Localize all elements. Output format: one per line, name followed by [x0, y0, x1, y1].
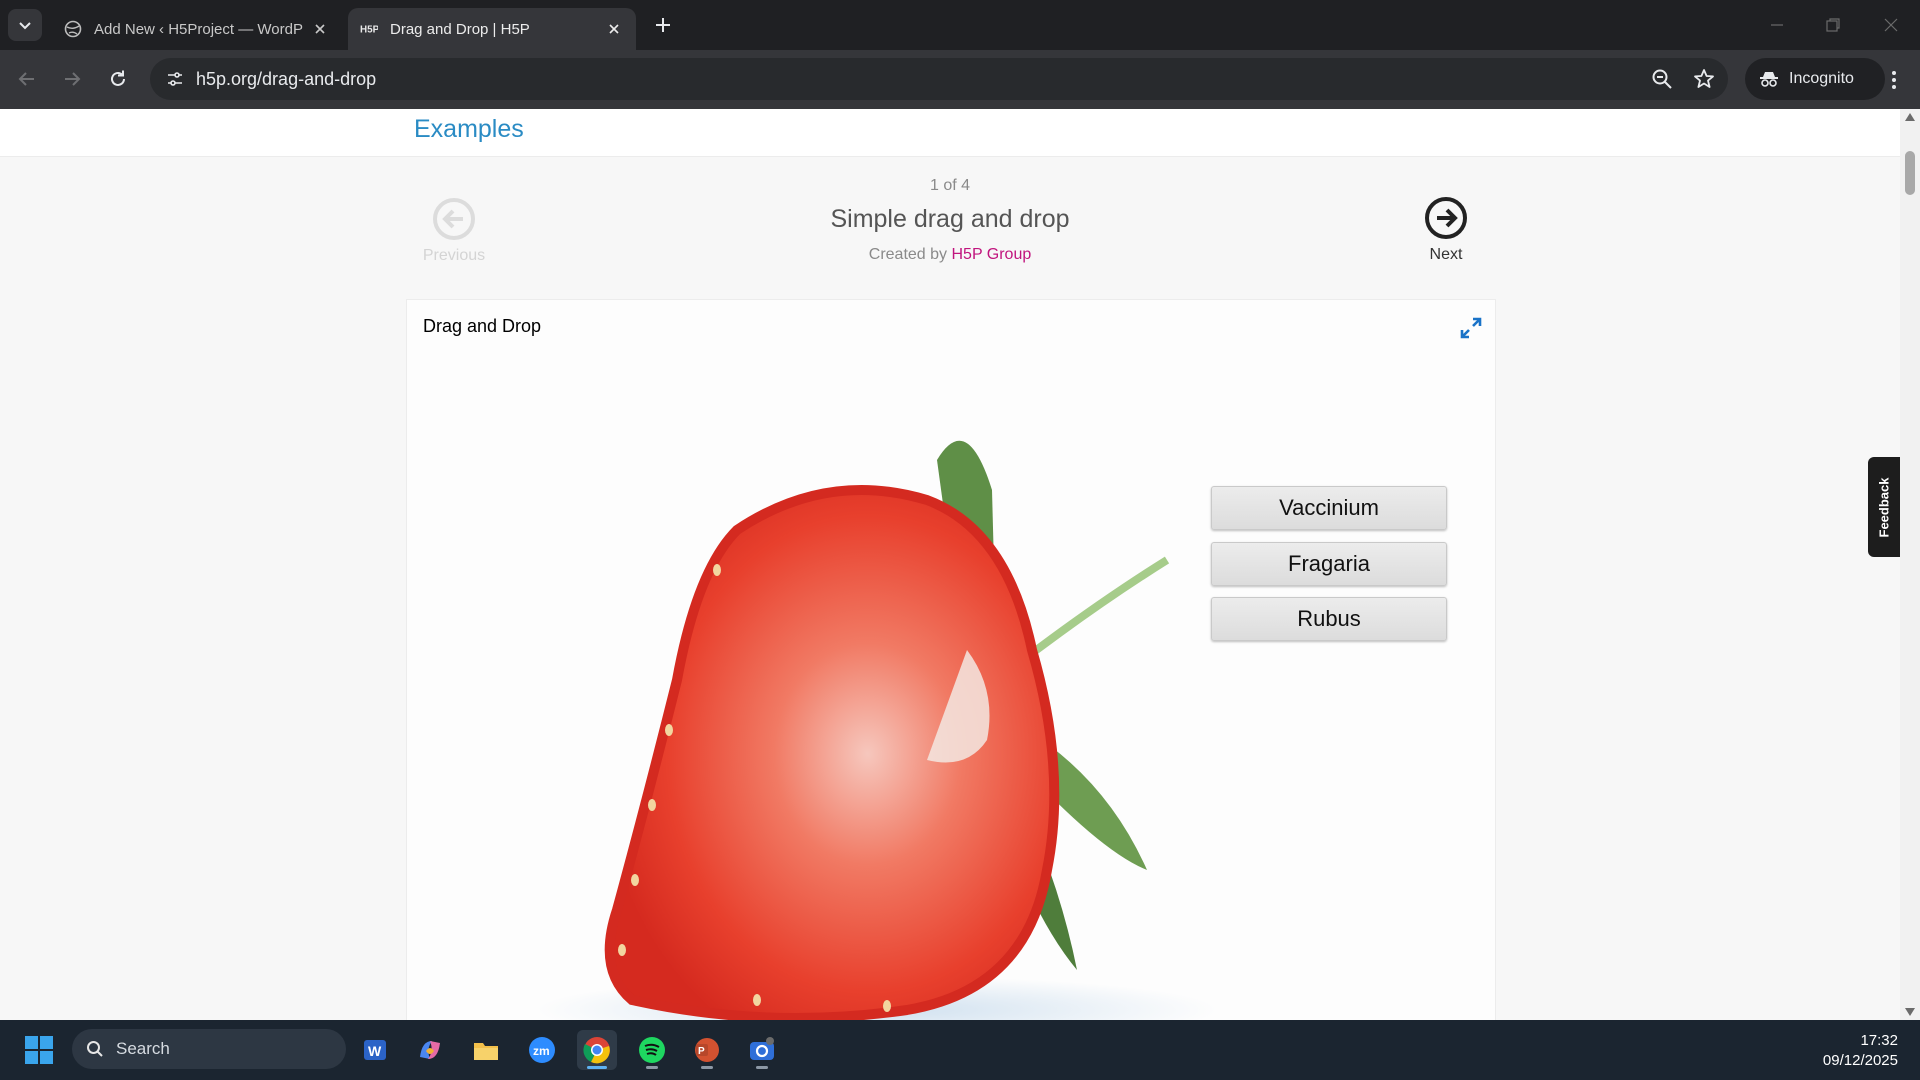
taskbar-file-explorer[interactable]	[466, 1030, 506, 1070]
browser-toolbar: h5p.org/drag-and-drop Incognito	[0, 50, 1920, 109]
fullscreen-icon[interactable]	[1459, 316, 1483, 340]
taskbar: Search W zm P 17:32 09/12/2025	[0, 1020, 1920, 1080]
close-icon[interactable]	[310, 19, 330, 39]
windows-start-icon[interactable]	[24, 1035, 54, 1065]
svg-text:P: P	[698, 1046, 705, 1057]
chevron-down-icon	[19, 22, 31, 30]
page-viewport: Examples Previous 1 of 4 Simple drag and…	[0, 109, 1900, 1020]
section-title: Examples	[414, 115, 524, 143]
clock-time: 17:32	[1860, 1032, 1898, 1049]
example-counter: 1 of 4	[929, 177, 971, 194]
globe-icon	[64, 20, 82, 38]
previous-label: Previous	[422, 247, 486, 264]
draggable-vaccinium[interactable]: Vaccinium	[1211, 486, 1447, 530]
search-icon	[87, 1041, 103, 1057]
svg-text:W: W	[368, 1043, 382, 1059]
scroll-down-icon[interactable]	[1905, 1008, 1915, 1016]
feedback-tab[interactable]: Feedback	[1868, 457, 1900, 557]
spotify-icon	[639, 1037, 665, 1063]
zoom-icon[interactable]	[1650, 67, 1674, 91]
created-by-prefix: Created by	[868, 246, 948, 263]
feedback-label: Feedback	[1876, 477, 1892, 537]
tab-strip: Add New ‹ H5Project — WordP H5P Drag and…	[0, 0, 1920, 50]
address-bar[interactable]: h5p.org/drag-and-drop	[150, 58, 1728, 100]
taskbar-zoom[interactable]: zm	[522, 1030, 562, 1070]
example-pager: 1 of 4 Simple drag and drop Created by H…	[760, 177, 1140, 264]
search-placeholder: Search	[116, 1039, 170, 1058]
folder-icon	[474, 1043, 498, 1060]
reload-button[interactable]	[103, 64, 133, 94]
tune-icon	[168, 72, 182, 86]
incognito-badge[interactable]: Incognito	[1745, 58, 1885, 100]
close-icon	[1884, 18, 1898, 32]
tab-title: Drag and Drop | H5P	[390, 20, 530, 38]
restore-icon	[1826, 18, 1840, 32]
taskbar-chrome[interactable]	[577, 1030, 617, 1070]
tab-drag-and-drop[interactable]: H5P Drag and Drop | H5P	[348, 8, 636, 50]
taskbar-powerpoint[interactable]: P	[687, 1030, 727, 1070]
chrome-icon	[583, 1037, 610, 1064]
svg-text:zm: zm	[533, 1044, 550, 1058]
h5p-content: Drag and Drop Vaccinium Fragaria Rubus	[406, 299, 1496, 1020]
draggable-rubus[interactable]: Rubus	[1211, 597, 1447, 641]
example-title: Simple drag and drop	[830, 205, 1070, 233]
taskbar-copilot[interactable]	[410, 1030, 450, 1070]
previous-button[interactable]: Previous	[416, 197, 492, 265]
running-indicator	[756, 1066, 768, 1069]
back-button[interactable]	[12, 64, 42, 94]
plus-icon	[656, 18, 670, 32]
arrow-right-circle-icon	[1425, 197, 1467, 239]
running-indicator	[646, 1066, 658, 1069]
tab-wordpress[interactable]: Add New ‹ H5Project — WordP	[52, 8, 342, 50]
close-icon[interactable]	[604, 19, 624, 39]
system-clock[interactable]: 17:32 09/12/2025	[1823, 1031, 1898, 1071]
next-label: Next	[1429, 246, 1463, 263]
running-indicator	[701, 1066, 713, 1069]
incognito-label: Incognito	[1789, 70, 1854, 87]
draggable-fragaria[interactable]: Fragaria	[1211, 542, 1447, 586]
close-window-button[interactable]	[1876, 10, 1906, 40]
tab-title: Add New ‹ H5Project — WordP	[94, 20, 303, 38]
scroll-thumb[interactable]	[1905, 151, 1915, 195]
created-by: Created by H5P Group	[760, 246, 1140, 264]
more-vert-icon	[1892, 71, 1896, 89]
taskbar-search[interactable]: Search	[72, 1029, 346, 1069]
minimize-icon	[1771, 24, 1783, 26]
url-text[interactable]: h5p.org/drag-and-drop	[196, 69, 376, 90]
camera-icon	[750, 1037, 774, 1060]
reload-icon	[111, 70, 125, 86]
restore-button[interactable]	[1818, 10, 1848, 40]
scroll-up-icon[interactable]	[1905, 113, 1915, 121]
strawberry-image	[537, 440, 1217, 1020]
new-tab-button[interactable]	[650, 12, 676, 38]
arrow-right-icon	[65, 72, 81, 86]
active-indicator	[587, 1066, 607, 1069]
site-info-button[interactable]	[160, 64, 190, 94]
zoom-app-icon: zm	[529, 1037, 555, 1063]
examples-header: Examples	[0, 109, 1900, 157]
arrow-left-circle-icon	[433, 198, 475, 240]
h5p-favicon-icon: H5P	[360, 20, 378, 38]
powerpoint-icon: P	[695, 1038, 719, 1062]
svg-text:H5P: H5P	[360, 25, 378, 36]
tab-search-button[interactable]	[8, 9, 42, 41]
browser-menu-button[interactable]	[1882, 65, 1906, 95]
incognito-icon	[1760, 72, 1778, 87]
forward-button[interactable]	[57, 64, 87, 94]
word-icon: W	[364, 1040, 386, 1060]
clock-date: 09/12/2025	[1822, 1052, 1898, 1069]
next-button[interactable]: Next	[1408, 196, 1484, 264]
page-scrollbar[interactable]	[1900, 109, 1920, 1020]
minimize-button[interactable]	[1762, 10, 1792, 40]
bookmark-star-icon[interactable]	[1692, 67, 1716, 91]
taskbar-word[interactable]: W	[355, 1030, 395, 1070]
author-link[interactable]: H5P Group	[951, 246, 1031, 263]
drop-stage[interactable]: Vaccinium Fragaria Rubus	[407, 350, 1497, 1020]
copilot-icon	[420, 1041, 440, 1059]
h5p-title: Drag and Drop	[423, 316, 542, 336]
arrow-left-icon	[18, 72, 34, 86]
taskbar-camera[interactable]	[742, 1030, 782, 1070]
taskbar-spotify[interactable]	[632, 1030, 672, 1070]
